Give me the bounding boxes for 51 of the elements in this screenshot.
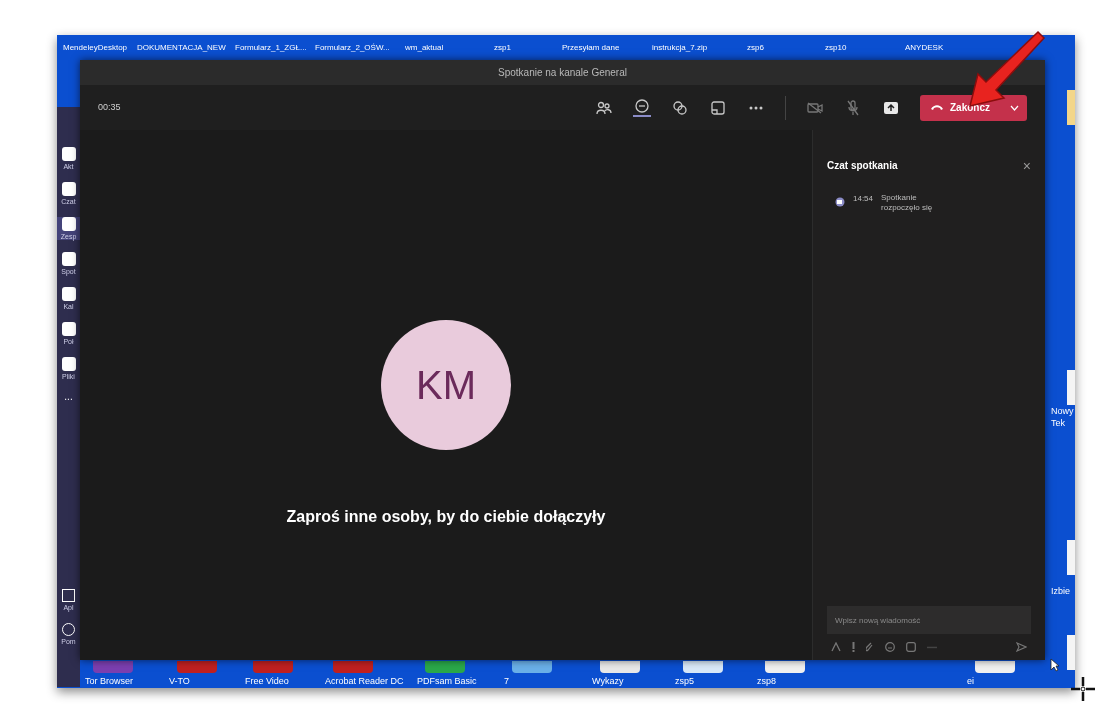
desktop-file-icon[interactable] bbox=[425, 661, 465, 673]
desktop-file-icon[interactable] bbox=[683, 661, 723, 673]
desktop-icon-label[interactable]: wm_aktual bbox=[405, 42, 444, 54]
message-time: 14:54 bbox=[853, 193, 874, 205]
desktop-icon-label[interactable]: zsp8 bbox=[757, 675, 776, 688]
send-icon[interactable] bbox=[1016, 642, 1027, 652]
desktop-icon-label[interactable]: MendeleyDesktop bbox=[63, 42, 128, 54]
desktop-icon-label[interactable]: zsp10 bbox=[825, 42, 847, 54]
desktop-file-icon[interactable] bbox=[177, 661, 217, 673]
message-input[interactable]: Wpisz nową wiadomość bbox=[827, 606, 1031, 634]
desktop-icon-label[interactable]: Nowy bbox=[1051, 405, 1074, 419]
desktop-icon-label[interactable]: Acrobat Reader DC bbox=[325, 675, 404, 688]
desktop-icon-label[interactable]: zsp5 bbox=[675, 675, 694, 688]
chat-title: Czat spotkania bbox=[827, 159, 898, 173]
phone-hangup-icon bbox=[930, 104, 944, 111]
desktop-icon-label[interactable]: Tor Browser bbox=[85, 675, 133, 688]
call-timer: 00:35 bbox=[98, 100, 121, 114]
exclamation-icon[interactable] bbox=[852, 642, 855, 652]
desktop-icon-label[interactable]: Free Video bbox=[245, 675, 289, 688]
desktop-icon-label[interactable]: Formularz_1_ZGŁ... bbox=[235, 42, 307, 54]
desktop-icon-label[interactable]: Formularz_2_OŚW... bbox=[315, 42, 390, 54]
message-text: Spotkanie rozpoczęło się bbox=[881, 193, 934, 213]
desktop-file-icon[interactable] bbox=[975, 661, 1015, 673]
close-button[interactable]: × bbox=[1022, 158, 1031, 173]
desktop-icon-label[interactable]: PDFsam Basic bbox=[417, 675, 477, 688]
desktop-file-icon[interactable] bbox=[253, 661, 293, 673]
invite-message: Zaproś inne osoby, by do ciebie dołączyły bbox=[286, 507, 606, 527]
desktop-icon-label[interactable]: ANYDESK bbox=[905, 42, 944, 54]
crosshair-icon bbox=[1070, 676, 1096, 702]
more-button[interactable]: ... bbox=[64, 392, 73, 402]
desktop-file-icon[interactable] bbox=[93, 661, 133, 673]
caret-icon bbox=[1010, 104, 1019, 111]
desktop-icon-label[interactable]: DOKUMENTACJA_NEW bbox=[137, 42, 226, 54]
desktop-file-icon[interactable] bbox=[512, 661, 552, 673]
desktop-icon-label[interactable]: 7 bbox=[504, 675, 509, 688]
desktop-icon-label[interactable]: instrukcja_7.zip bbox=[652, 42, 708, 54]
desktop-file-icon[interactable] bbox=[600, 661, 640, 673]
desktop-icon-label[interactable]: Izbie bbox=[1051, 585, 1070, 599]
desktop-icon-label[interactable]: Przesyłam dane bbox=[562, 42, 620, 54]
desktop-icon-label[interactable]: V-TO bbox=[169, 675, 190, 688]
mouse-cursor-icon bbox=[1050, 658, 1060, 672]
desktop-file-icon[interactable] bbox=[333, 661, 373, 673]
window-icon[interactable] bbox=[709, 98, 727, 117]
desktop-icon-label[interactable]: Wykazy bbox=[592, 675, 624, 688]
desktop-icon-label[interactable]: zsp1 bbox=[494, 42, 511, 54]
desktop-icon-label[interactable]: zsp6 bbox=[747, 42, 764, 54]
desktop-icon-label[interactable]: Tek bbox=[1051, 417, 1065, 431]
desktop-icon-label[interactable]: ei bbox=[967, 675, 974, 688]
avatar: KM bbox=[381, 320, 511, 450]
window-title: Spotkanie na kanale General bbox=[498, 66, 627, 80]
desktop-file-icon[interactable] bbox=[765, 661, 805, 673]
